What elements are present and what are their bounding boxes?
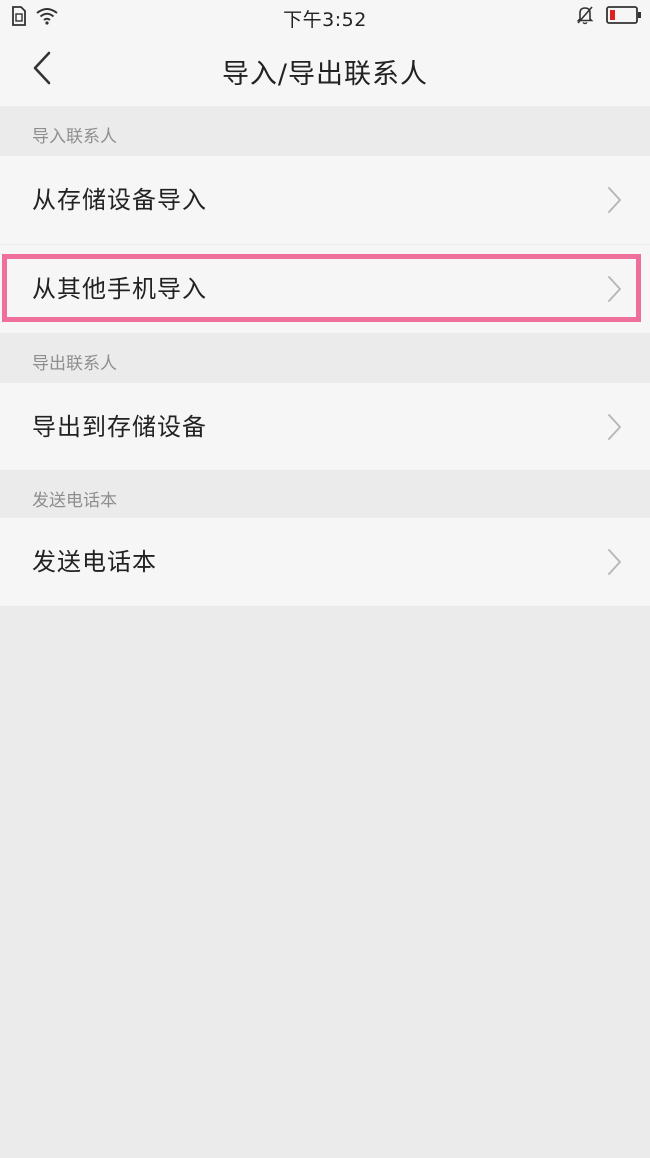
list-item-label: 从其他手机导入 xyxy=(32,275,207,303)
list-item-import-from-other-phone[interactable]: 从其他手机导入 xyxy=(0,245,650,333)
list-item-label: 导出到存储设备 xyxy=(32,413,207,441)
chevron-right-icon xyxy=(606,548,622,576)
status-time: 下午3:52 xyxy=(283,9,367,31)
status-bar: 下午3:52 xyxy=(0,0,650,32)
chevron-right-icon xyxy=(606,275,622,303)
page-title: 导入/导出联系人 xyxy=(221,59,429,90)
battery-low-icon xyxy=(606,5,642,29)
title-bar: 导入/导出联系人 xyxy=(0,32,650,106)
chevron-right-icon xyxy=(606,413,622,441)
list-item-send-phonebook[interactable]: 发送电话本 xyxy=(0,518,650,606)
list-item-label: 发送电话本 xyxy=(32,548,157,576)
section-header-import: 导入联系人 xyxy=(0,106,650,156)
contacts-import-export-screen: 下午3:52 导入/导出联系人 导入联系人 从存储设备导入 从其他手机导入 导出… xyxy=(0,0,650,1158)
list-item-label: 从存储设备导入 xyxy=(32,186,207,214)
section-header-send-phonebook: 发送电话本 xyxy=(0,470,650,520)
chevron-right-icon xyxy=(606,186,622,214)
bell-muted-icon xyxy=(576,5,594,29)
status-right-icons xyxy=(576,5,642,29)
section-header-export: 导出联系人 xyxy=(0,333,650,383)
list-item-import-from-storage[interactable]: 从存储设备导入 xyxy=(0,156,650,244)
list-item-export-to-storage[interactable]: 导出到存储设备 xyxy=(0,383,650,471)
